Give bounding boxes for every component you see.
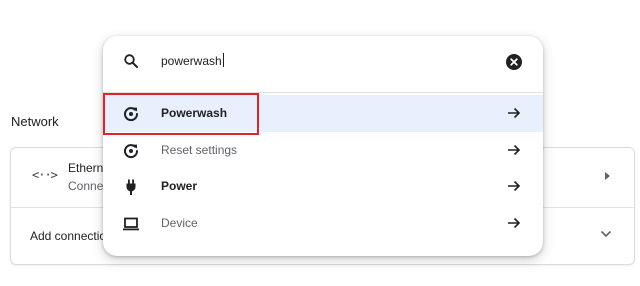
laptop-icon bbox=[123, 217, 139, 231]
expand-right-icon[interactable] bbox=[605, 172, 610, 180]
search-bar[interactable]: powerwash bbox=[103, 36, 543, 88]
search-divider bbox=[103, 92, 543, 93]
chevron-down-icon[interactable] bbox=[600, 230, 612, 238]
clear-search-button[interactable] bbox=[506, 54, 522, 70]
ethernet-name: Ethern bbox=[68, 161, 104, 175]
powerwash-icon bbox=[124, 107, 139, 122]
add-connection-label: Add connectio bbox=[30, 229, 107, 243]
text-caret bbox=[222, 53, 224, 67]
search-result-powerwash[interactable]: Powerwash bbox=[103, 95, 543, 132]
reset-icon bbox=[124, 144, 139, 159]
plug-icon bbox=[126, 179, 136, 195]
search-result-reset-settings[interactable]: Reset settings bbox=[103, 132, 543, 169]
search-result-power[interactable]: Power bbox=[103, 168, 543, 205]
arrow-right-icon bbox=[508, 217, 521, 229]
network-section-title: Network bbox=[11, 114, 59, 129]
ethernet-icon: <··> bbox=[32, 168, 58, 182]
result-label: Reset settings bbox=[161, 143, 238, 157]
search-popup: powerwash Powerwash Reset settings Power… bbox=[103, 36, 543, 256]
ethernet-status: Conne bbox=[68, 179, 104, 193]
arrow-right-icon bbox=[508, 107, 521, 119]
close-icon bbox=[510, 58, 518, 66]
result-label: Powerwash bbox=[161, 106, 228, 120]
result-label: Power bbox=[161, 179, 198, 193]
search-input[interactable]: powerwash bbox=[161, 53, 224, 68]
search-icon bbox=[124, 54, 138, 68]
search-result-device[interactable]: Device bbox=[103, 205, 543, 242]
arrow-right-icon bbox=[508, 144, 521, 156]
search-query: powerwash bbox=[161, 54, 222, 68]
result-label: Device bbox=[161, 216, 198, 230]
arrow-right-icon bbox=[508, 180, 521, 192]
